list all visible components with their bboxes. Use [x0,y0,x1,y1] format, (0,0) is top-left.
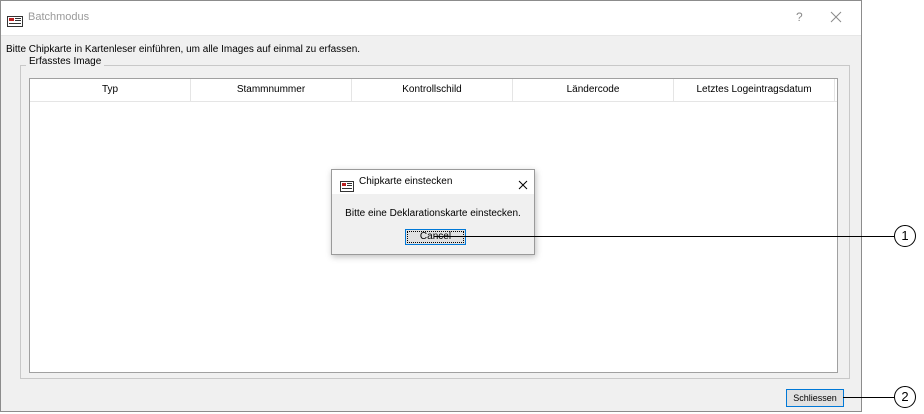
callout-1-badge: 1 [894,225,916,247]
dialog-titlebar: Chipkarte einstecken [332,170,534,194]
column-header-typ[interactable]: Typ [30,79,191,101]
dialog-message: Bitte eine Deklarationskarte einstecken. [345,208,521,219]
help-button[interactable]: ? [796,10,803,24]
column-header-stammnummer[interactable]: Stammnummer [191,79,352,101]
cancel-button[interactable]: Cancel [405,229,466,245]
callout-1-line [434,236,894,237]
column-header-laendercode[interactable]: Ländercode [513,79,674,101]
dialog-close-icon[interactable] [517,176,529,190]
app-icon [7,12,23,27]
column-header-letztes-logeintragsdatum[interactable]: Letztes Logeintragsdatum [674,79,835,101]
window-title: Batchmodus [28,11,90,23]
close-icon[interactable] [828,9,844,25]
stage: Batchmodus ? Bitte Chipkarte in Kartenle… [0,0,924,414]
instruction-text: Bitte Chipkarte in Kartenleser einführen… [6,44,361,55]
window-titlebar: Batchmodus ? [1,1,861,36]
dialog-title: Chipkarte einstecken [359,176,453,187]
column-header-kontrollschild[interactable]: Kontrollschild [352,79,513,101]
callout-2-line [843,397,894,398]
table-header: Typ Stammnummer Kontrollschild Ländercod… [30,79,837,102]
chipkarte-dialog: Chipkarte einstecken Bitte eine Deklarat… [331,169,535,255]
group-label: Erfasstes Image [26,56,105,67]
dialog-app-icon [340,177,354,192]
schliessen-button[interactable]: Schliessen [786,389,844,407]
callout-2-badge: 2 [894,386,916,408]
